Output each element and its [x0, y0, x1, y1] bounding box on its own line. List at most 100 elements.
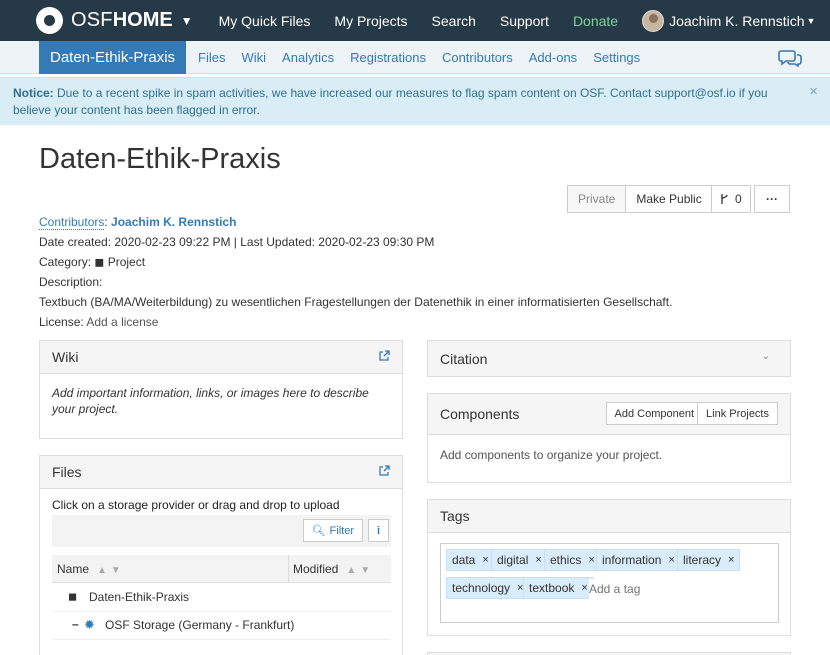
caret-down-icon: ▼ — [806, 15, 816, 26]
citation-panel-title: Citation — [440, 350, 488, 367]
nav-donate[interactable]: Donate — [573, 13, 618, 29]
contributors-line: Contributors: Joachim K. Rennstich — [39, 215, 237, 230]
components-empty-text: Add components to organize your project. — [440, 448, 663, 462]
project-navbar: Daten-Ethik-Praxis Files Wiki Analytics … — [0, 40, 830, 74]
filter-label: Filter — [329, 524, 354, 537]
user-menu[interactable]: Joachim K. Rennstich ▼ — [642, 9, 816, 32]
components-panel: Components Add Component Link Projects A… — [427, 393, 791, 483]
files-toolbar: 🔍︎ Filter i — [52, 515, 391, 547]
file-row-name: OSF Storage (Germany - Frankfurt) — [105, 618, 295, 632]
filter-button[interactable]: 🔍︎ Filter — [302, 519, 363, 542]
close-icon[interactable]: × — [809, 83, 818, 100]
external-link-icon[interactable] — [378, 350, 390, 362]
wiki-placeholder-text: Add important information, links, or ima… — [52, 386, 369, 416]
tags-panel: Tags data × digital × ethics × information ×… — [427, 499, 791, 636]
nav-links: My Quick Files My Projects Search Suppor… — [219, 0, 816, 41]
wiki-panel-title: Wiki — [52, 349, 79, 365]
components-panel-title: Components — [440, 406, 520, 422]
top-navbar: OSF HOME ▼ My Quick Files My Projects Sea… — [0, 0, 830, 41]
tag-digital: digital × — [491, 549, 548, 571]
page-title: Daten-Ethik-Praxis — [39, 143, 281, 175]
tag-literacy: literacy × — [677, 549, 741, 571]
tab-files[interactable]: Files — [198, 50, 225, 65]
nav-my-projects[interactable]: My Projects — [334, 13, 407, 29]
collapse-icon[interactable]: – — [72, 617, 79, 631]
file-row-name: Daten-Ethik-Praxis — [89, 590, 190, 604]
upload-instruction: Click on a storage provider or drag and … — [52, 498, 340, 512]
nav-support[interactable]: Support — [500, 13, 549, 29]
contributors-label[interactable]: Contributors — [39, 215, 105, 230]
add-component-button[interactable]: Add Component — [605, 402, 703, 425]
caret-down-icon: ▼ — [180, 13, 193, 28]
wiki-panel-header: Wiki — [40, 341, 402, 374]
fork-button[interactable]: 0 — [711, 185, 751, 213]
fork-button-group: 0 — [711, 185, 751, 213]
tags-panel-title: Tags — [440, 508, 470, 524]
notice-label: Notice: — [13, 86, 54, 100]
make-public-button[interactable]: Make Public — [625, 185, 713, 213]
chevron-down-icon[interactable]: ⌄ — [762, 351, 770, 362]
files-panel-header: Files — [40, 456, 402, 489]
wiki-panel: Wiki Add important information, links, o… — [39, 340, 403, 439]
search-icon: 🔍︎ — [311, 525, 326, 537]
info-button[interactable]: i — [367, 519, 389, 542]
components-panel-header: Components Add Component Link Projects — [428, 394, 790, 435]
fork-count: 0 — [735, 192, 742, 206]
more-options-button[interactable]: ··· — [754, 185, 790, 213]
user-name: Joachim K. Rennstich — [669, 12, 805, 29]
brand-home-text: HOME — [112, 9, 173, 31]
tab-analytics[interactable]: Analytics — [282, 50, 334, 65]
tag-technology: technology × — [446, 577, 530, 599]
tab-add-ons[interactable]: Add-ons — [529, 50, 577, 65]
col-modified[interactable]: Modified ▲▼ — [293, 562, 374, 576]
remove-tag-icon[interactable]: × — [482, 554, 488, 566]
remove-tag-icon[interactable]: × — [728, 554, 734, 566]
cube-icon: ◼ — [68, 591, 78, 603]
remove-tag-icon[interactable]: × — [588, 554, 594, 566]
citation-panel[interactable]: Citation ⌄ — [427, 340, 791, 377]
category-label: Category: — [39, 255, 92, 269]
col-name[interactable]: Name ▲▼ — [57, 562, 125, 576]
remove-tag-icon[interactable]: × — [535, 554, 541, 566]
external-link-icon[interactable] — [378, 465, 390, 477]
nav-search[interactable]: Search — [432, 13, 476, 29]
sort-icon[interactable]: ▲▼ — [97, 565, 125, 576]
tab-wiki[interactable]: Wiki — [242, 50, 267, 65]
add-tag-input[interactable] — [589, 579, 709, 599]
files-panel: Files Click on a storage provider or dra… — [39, 455, 403, 655]
description-text: Textbuch (BA/MA/Weiterbildung) zu wesent… — [39, 295, 673, 309]
dates-line: Date created: 2020-02-23 09:22 PM | Last… — [39, 235, 435, 249]
file-grid-header: Name ▲▼ Modified ▲▼ — [52, 555, 391, 583]
files-panel-title: Files — [52, 464, 82, 480]
tag-textbook: textbook × — [523, 577, 594, 599]
add-license-link[interactable]: Add a license — [86, 315, 158, 329]
tab-registrations[interactable]: Registrations — [350, 50, 426, 65]
avatar — [642, 9, 665, 32]
more-button-group: ··· — [754, 185, 790, 213]
tag-information: information × — [596, 549, 681, 571]
contributor-link[interactable]: Joachim K. Rennstich — [111, 215, 236, 229]
citation-panel-header[interactable]: Citation ⌄ — [428, 341, 790, 376]
spam-notice: Notice: Due to a recent spike in spam ac… — [0, 77, 830, 125]
private-button[interactable]: Private — [567, 185, 627, 213]
link-projects-button[interactable]: Link Projects — [697, 402, 778, 425]
privacy-button-group: Private Make Public — [567, 185, 713, 213]
chat-icon[interactable] — [778, 49, 802, 67]
sort-icon[interactable]: ▲▼ — [346, 565, 374, 576]
table-row[interactable]: ◼ Daten-Ethik-Praxis — [52, 584, 391, 612]
cube-icon: ◼ — [94, 255, 105, 269]
tags-input-box[interactable]: data × digital × ethics × information × lite… — [440, 543, 779, 623]
osf-home-brand[interactable]: OSF HOME ▼ — [36, 0, 193, 41]
table-row[interactable]: – ✹ OSF Storage (Germany - Frankfurt) — [52, 612, 391, 640]
remove-tag-icon[interactable]: × — [581, 582, 587, 594]
tab-contributors[interactable]: Contributors — [442, 50, 513, 65]
storage-icon: ✹ — [84, 617, 95, 632]
brand-osf-text: OSF — [71, 9, 113, 31]
project-title-tab[interactable]: Daten-Ethik-Praxis — [39, 40, 187, 74]
tab-settings[interactable]: Settings — [593, 50, 640, 65]
category-line: Category: ◼ Project — [39, 255, 145, 269]
notice-text: Due to a recent spike in spam activities… — [13, 86, 768, 117]
nav-my-quick-files[interactable]: My Quick Files — [219, 13, 311, 29]
tags-panel-header: Tags — [428, 500, 790, 533]
remove-tag-icon[interactable]: × — [668, 554, 674, 566]
